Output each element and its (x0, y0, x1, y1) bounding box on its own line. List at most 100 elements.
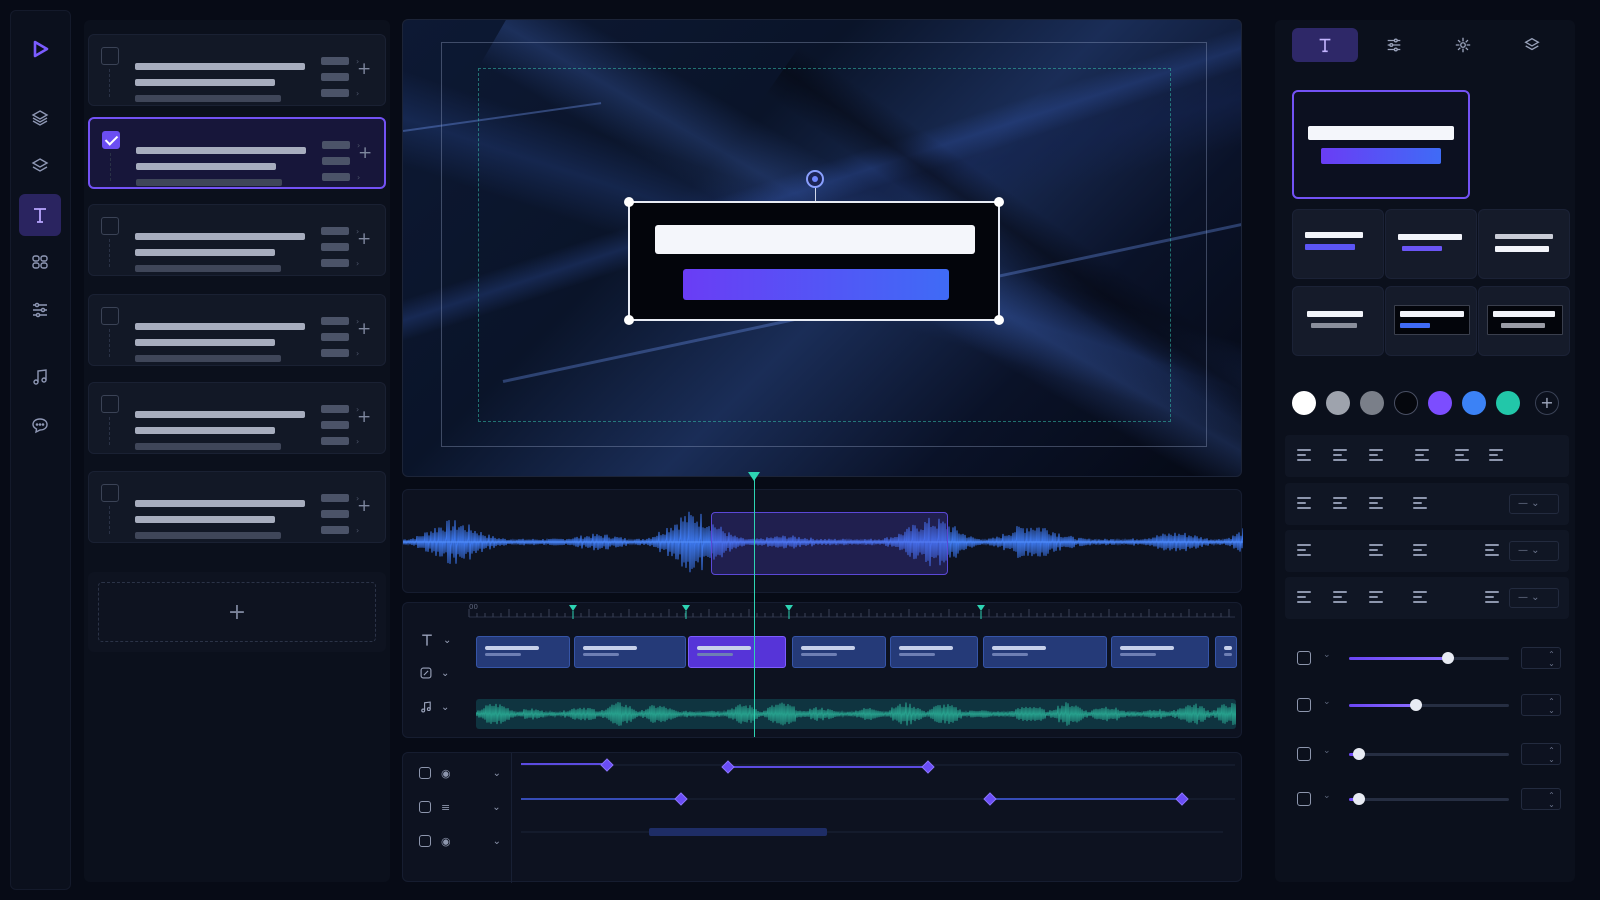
color-swatch[interactable] (1462, 391, 1486, 415)
format-icon[interactable] (1333, 449, 1347, 461)
title-overlay[interactable] (624, 197, 1004, 325)
waveform-selection[interactable] (711, 512, 948, 575)
text-preset-card[interactable]: › › + (88, 382, 386, 454)
format-icon[interactable] (1485, 591, 1499, 603)
rotation-slider[interactable]: ⌄ (1285, 733, 1569, 775)
style-select[interactable]: — ⌄ (1509, 541, 1559, 561)
audio-clip[interactable] (476, 699, 1236, 729)
video-preview[interactable] (402, 19, 1242, 477)
chevron-down-icon[interactable]: ⌄ (493, 768, 501, 779)
format-icon[interactable] (1455, 449, 1469, 461)
chevron-down-icon[interactable]: ⌄ (1323, 746, 1331, 756)
format-icon[interactable] (1333, 497, 1347, 509)
format-icon[interactable] (1415, 449, 1429, 461)
chevron-down-icon[interactable]: ⌄ (493, 836, 501, 847)
preset-checkbox[interactable] (102, 131, 120, 149)
selected-style-preview[interactable] (1292, 90, 1470, 199)
slider-knob[interactable] (1442, 652, 1455, 664)
add-preset-icon[interactable]: + (357, 61, 371, 78)
keyframe-toggle-icon[interactable] (419, 835, 431, 847)
text-clip[interactable] (792, 636, 886, 668)
slider-number-input[interactable] (1521, 788, 1561, 810)
kf-row-header[interactable]: ◉ ⌄ (419, 763, 507, 783)
position-slider[interactable]: ⌄ (1285, 778, 1569, 820)
text-preset-card[interactable]: › › + (88, 294, 386, 366)
eye-icon[interactable]: ◉ (441, 767, 451, 780)
text-preset-card[interactable]: › › + (88, 117, 386, 189)
align-icon[interactable]: ≡ (441, 801, 450, 814)
comment-icon[interactable] (19, 404, 61, 446)
resize-handle-top-left[interactable] (624, 197, 634, 207)
format-icon[interactable] (1369, 449, 1383, 461)
audio-track-header[interactable]: ⌄ (419, 695, 469, 719)
style-select[interactable]: — ⌄ (1509, 494, 1559, 514)
format-icon[interactable] (1413, 544, 1427, 556)
chevron-down-icon[interactable]: ⌄ (1323, 697, 1331, 707)
format-icon[interactable] (1413, 591, 1427, 603)
slider-number-input[interactable] (1521, 647, 1561, 669)
resize-handle-bottom-left[interactable] (624, 315, 634, 325)
add-preset-icon[interactable]: + (358, 145, 372, 162)
slider-track[interactable] (1349, 699, 1509, 711)
preset-checkbox[interactable] (101, 395, 119, 413)
color-swatch[interactable] (1394, 391, 1418, 415)
text-clip[interactable] (1215, 636, 1237, 668)
resize-handle-top-right[interactable] (994, 197, 1004, 207)
add-preset-button[interactable]: + (98, 582, 376, 642)
playhead[interactable] (754, 477, 755, 737)
text-style-thumbnail[interactable] (1478, 209, 1570, 279)
add-preset-icon[interactable]: + (357, 409, 371, 426)
kf-row-header[interactable]: ◉ ⌄ (419, 831, 507, 851)
text-tab[interactable] (1292, 28, 1358, 62)
audio-waveform-panel[interactable] (402, 489, 1243, 593)
effects-tab[interactable] (1430, 28, 1496, 62)
resize-handle-bottom-right[interactable] (994, 315, 1004, 325)
text-clip[interactable] (688, 636, 786, 668)
time-ruler[interactable] (403, 603, 1243, 627)
eye-icon[interactable]: ◉ (441, 835, 451, 848)
text-preset-card[interactable]: › › + (88, 471, 386, 543)
format-icon[interactable] (1413, 497, 1427, 509)
chevron-down-icon[interactable]: ⌄ (1323, 650, 1331, 660)
add-color-button[interactable]: + (1535, 391, 1559, 415)
chevron-down-icon[interactable]: ⌄ (443, 635, 451, 646)
add-preset-icon[interactable]: + (357, 231, 371, 248)
style-select[interactable]: — ⌄ (1509, 588, 1559, 608)
text-clip[interactable] (983, 636, 1107, 668)
add-preset-card[interactable]: + (88, 572, 386, 652)
slider-number-input[interactable] (1521, 743, 1561, 765)
format-icon[interactable] (1369, 591, 1383, 603)
kf-row-header[interactable]: ≡ ⌄ (419, 797, 507, 817)
text-clip[interactable] (574, 636, 686, 668)
slider-track[interactable] (1349, 652, 1509, 664)
text-style-thumbnail[interactable] (1385, 209, 1477, 279)
preset-checkbox[interactable] (101, 484, 119, 502)
slider-knob[interactable] (1410, 699, 1423, 711)
adjustments-icon[interactable] (19, 289, 61, 331)
timeline-panel[interactable]: 00 ⌄ ⌄ ⌄ (402, 602, 1242, 738)
text-style-thumbnail[interactable] (1385, 286, 1477, 356)
text-clip[interactable] (890, 636, 978, 668)
overlay-track-header[interactable]: ⌄ (419, 661, 469, 685)
text-preset-card[interactable]: › › + (88, 204, 386, 276)
playhead-marker[interactable] (748, 472, 760, 481)
preset-checkbox[interactable] (101, 217, 119, 235)
text-preset-card[interactable]: › › + (88, 34, 386, 106)
format-icon[interactable] (1297, 449, 1311, 461)
color-swatch[interactable] (1428, 391, 1452, 415)
opacity-slider[interactable]: ⌄ (1285, 637, 1569, 679)
music-icon[interactable] (19, 356, 61, 398)
slider-track[interactable] (1349, 748, 1509, 760)
format-icon[interactable] (1333, 591, 1347, 603)
text-style-thumbnail[interactable] (1478, 286, 1570, 356)
slider-knob[interactable] (1352, 793, 1365, 805)
color-swatch[interactable] (1292, 391, 1316, 415)
color-swatch[interactable] (1326, 391, 1350, 415)
layers-tab[interactable] (1499, 28, 1565, 62)
text-track-header[interactable]: ⌄ (419, 628, 469, 652)
add-preset-icon[interactable]: + (357, 498, 371, 515)
logo-play-icon[interactable] (19, 28, 61, 70)
chevron-down-icon[interactable]: ⌄ (441, 668, 449, 679)
chevron-down-icon[interactable]: ⌄ (492, 802, 500, 813)
elements-icon[interactable] (19, 241, 61, 283)
